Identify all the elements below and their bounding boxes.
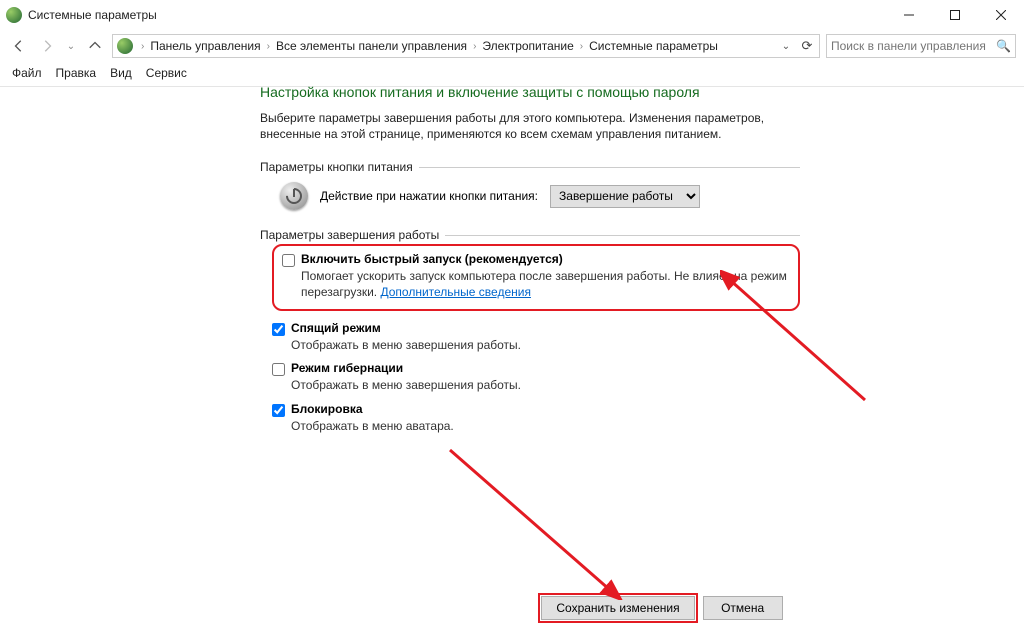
back-button[interactable] — [8, 35, 30, 57]
breadcrumb-system-params[interactable]: Системные параметры — [587, 35, 720, 57]
cancel-button[interactable]: Отмена — [703, 596, 783, 620]
maximize-button[interactable] — [932, 0, 978, 30]
address-dropdown[interactable]: ⌄ — [777, 41, 795, 52]
menu-file[interactable]: Файл — [12, 66, 42, 80]
hibernate-checkbox[interactable] — [272, 363, 285, 376]
close-button[interactable] — [978, 0, 1024, 30]
address-icon — [117, 38, 133, 54]
menu-service[interactable]: Сервис — [146, 66, 187, 80]
history-dropdown[interactable]: ⌄ — [64, 41, 78, 52]
lock-desc: Отображать в меню аватара. — [291, 419, 800, 435]
menu-edit[interactable]: Правка — [56, 66, 97, 80]
breadcrumb-sep[interactable]: › — [137, 35, 148, 57]
window-title: Системные параметры — [28, 8, 886, 22]
fast-startup-checkbox[interactable] — [282, 254, 295, 267]
page-description: Выберите параметры завершения работы для… — [260, 110, 800, 142]
content-area: Настройка кнопок питания и включение защ… — [260, 84, 800, 442]
app-icon — [6, 7, 22, 23]
breadcrumb-control-panel[interactable]: Панель управления› — [148, 35, 274, 57]
section-shutdown: Параметры завершения работы — [260, 228, 800, 242]
nav-bar: ⌄ › Панель управления› Все элементы пане… — [0, 30, 1024, 62]
power-action-label: Действие при нажатии кнопки питания: — [320, 189, 538, 203]
fast-startup-label: Включить быстрый запуск (рекомендуется) — [301, 252, 563, 266]
power-icon — [280, 182, 308, 210]
power-action-select[interactable]: Завершение работы — [550, 185, 700, 208]
menu-view[interactable]: Вид — [110, 66, 132, 80]
search-input[interactable] — [831, 39, 996, 53]
breadcrumb-all-items[interactable]: Все элементы панели управления› — [274, 35, 480, 57]
hibernate-label: Режим гибернации — [291, 361, 403, 375]
lock-checkbox[interactable] — [272, 404, 285, 417]
forward-button[interactable] — [36, 35, 58, 57]
fast-startup-checkbox-label[interactable]: Включить быстрый запуск (рекомендуется) — [282, 252, 790, 267]
hibernate-checkbox-label[interactable]: Режим гибернации — [272, 361, 800, 376]
sleep-desc: Отображать в меню завершения работы. — [291, 338, 800, 354]
save-button[interactable]: Сохранить изменения — [541, 596, 694, 620]
fast-startup-desc: Помогает ускорить запуск компьютера посл… — [301, 269, 790, 300]
fast-startup-highlight: Включить быстрый запуск (рекомендуется) … — [272, 244, 800, 310]
lock-label: Блокировка — [291, 402, 363, 416]
page-heading: Настройка кнопок питания и включение защ… — [260, 84, 800, 100]
minimize-button[interactable] — [886, 0, 932, 30]
annotation-arrow-2 — [440, 440, 640, 600]
address-bar[interactable]: › Панель управления› Все элементы панели… — [112, 34, 820, 58]
lock-checkbox-label[interactable]: Блокировка — [272, 402, 800, 417]
footer-buttons: Сохранить изменения Отмена — [0, 596, 1024, 620]
section-power-button: Параметры кнопки питания — [260, 160, 800, 174]
sleep-checkbox-label[interactable]: Спящий режим — [272, 321, 800, 336]
breadcrumb-power[interactable]: Электропитание› — [480, 35, 587, 57]
title-bar: Системные параметры — [0, 0, 1024, 30]
search-box[interactable]: 🔍 — [826, 34, 1016, 58]
refresh-button[interactable]: ⟳ — [795, 38, 819, 54]
sleep-label: Спящий режим — [291, 321, 381, 335]
fast-startup-more-link[interactable]: Дополнительные сведения — [380, 285, 530, 299]
hibernate-desc: Отображать в меню завершения работы. — [291, 378, 800, 394]
search-icon: 🔍 — [996, 39, 1011, 53]
sleep-checkbox[interactable] — [272, 323, 285, 336]
up-button[interactable] — [84, 35, 106, 57]
